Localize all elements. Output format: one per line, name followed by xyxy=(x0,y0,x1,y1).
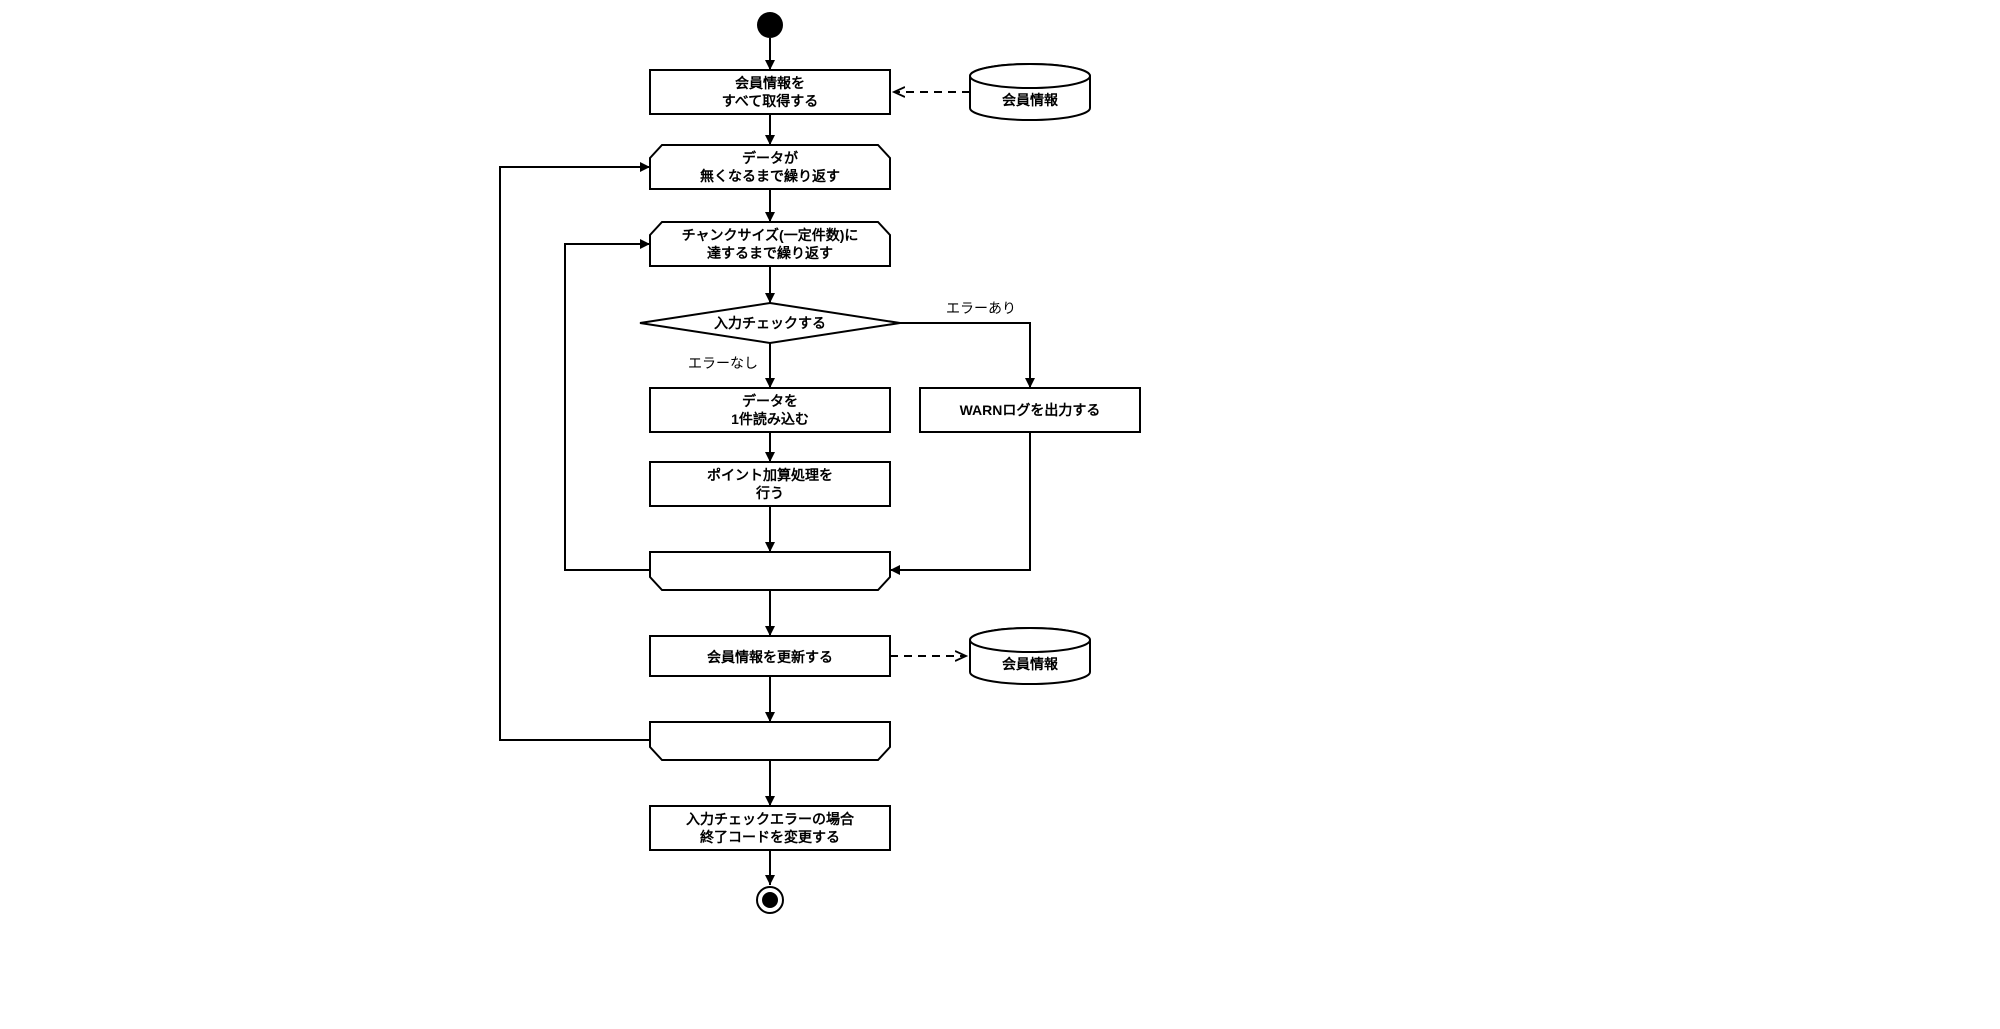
loop-outer-end xyxy=(650,722,890,760)
label-error-no: エラーなし xyxy=(688,355,758,371)
text-read-2: 1件読み込む xyxy=(731,411,809,427)
loop-inner-end xyxy=(650,552,890,590)
label-error-yes: エラーあり xyxy=(946,300,1016,316)
db-cylinder-1: 会員情報 xyxy=(970,64,1090,120)
edge-outer-loop-back xyxy=(500,167,650,740)
end-node-inner xyxy=(762,892,778,908)
db-label-1: 会員情報 xyxy=(1002,92,1059,108)
text-fetch-all-1: 会員情報を xyxy=(735,75,805,91)
text-final-2: 終了コードを変更する xyxy=(700,829,840,845)
text-final-1: 入力チェックエラーの場合 xyxy=(686,811,855,827)
text-points-1: ポイント加算処理を xyxy=(707,467,833,483)
db-label-2: 会員情報 xyxy=(1002,656,1059,672)
text-loop-outer-1: データが xyxy=(742,150,799,166)
text-decision: 入力チェックする xyxy=(714,315,826,331)
text-read-1: データを xyxy=(742,393,798,409)
text-loop-outer-2: 無くなるまで繰り返す xyxy=(700,168,840,184)
text-fetch-all-2: すべて取得する xyxy=(722,93,818,109)
edge-warn-to-loopend xyxy=(890,432,1030,570)
text-loop-inner-1: チャンクサイズ(一定件数)に xyxy=(682,227,859,243)
text-warn: WARNログを出力する xyxy=(960,402,1101,418)
edge-error-branch xyxy=(900,323,1030,388)
edge-inner-loop-back xyxy=(565,244,650,570)
db-cylinder-2: 会員情報 xyxy=(970,628,1090,684)
text-points-2: 行う xyxy=(755,485,784,501)
text-loop-inner-2: 達するまで繰り返す xyxy=(707,245,833,261)
start-node xyxy=(757,12,783,38)
flowchart-diagram: 会員情報を すべて取得する 会員情報 データが 無くなるまで繰り返す チャンクサ… xyxy=(0,0,2000,1029)
text-update: 会員情報を更新する xyxy=(707,649,833,665)
